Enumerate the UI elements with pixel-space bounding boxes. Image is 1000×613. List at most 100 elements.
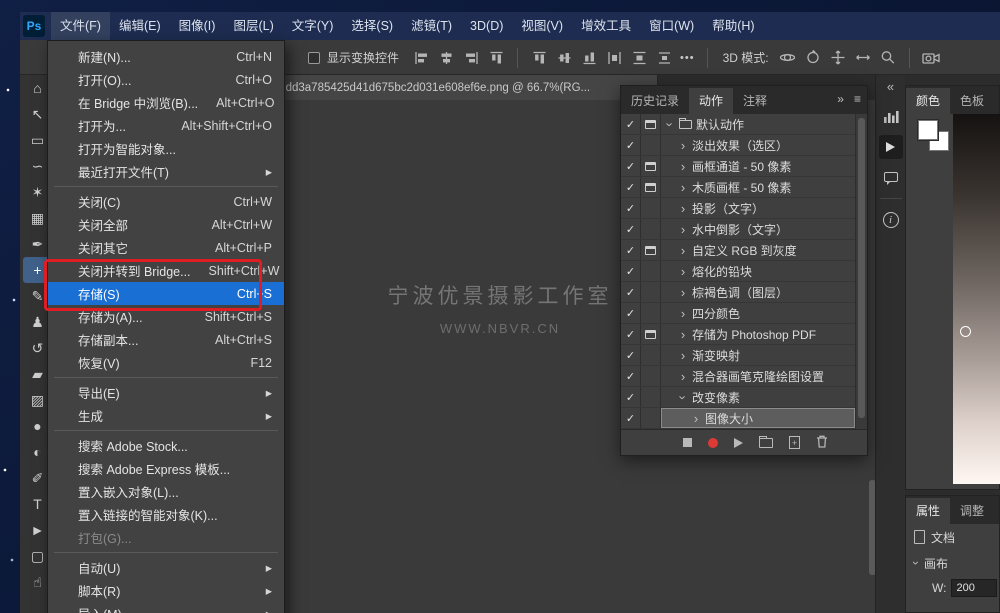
- expand-closed-icon[interactable]: ›: [678, 265, 688, 278]
- expand-closed-icon[interactable]: ›: [678, 223, 688, 236]
- action-dialog-toggle[interactable]: [641, 387, 661, 407]
- expand-closed-icon[interactable]: ›: [678, 328, 688, 341]
- more-options-icon[interactable]: •••: [680, 52, 695, 64]
- action-row[interactable]: ✓ ›改变像素: [621, 387, 855, 408]
- file-menu-item[interactable]: 搜索 Adobe Express 模板...: [48, 457, 284, 480]
- menubar-item[interactable]: 3D(D): [461, 12, 512, 40]
- menubar-item[interactable]: 图层(L): [224, 12, 282, 40]
- action-dialog-toggle[interactable]: [641, 198, 661, 218]
- action-dialog-toggle[interactable]: [641, 282, 661, 302]
- panel-tab[interactable]: 属性: [906, 498, 950, 524]
- action-dialog-toggle[interactable]: [641, 366, 661, 386]
- file-menu-item[interactable]: 生成▸: [48, 404, 284, 427]
- action-enable-toggle[interactable]: ✓: [621, 219, 641, 239]
- expand-closed-icon[interactable]: ›: [678, 139, 688, 152]
- file-menu-item[interactable]: 打开(O)...Ctrl+O: [48, 68, 284, 91]
- menubar-item[interactable]: 视图(V): [512, 12, 572, 40]
- expand-open-icon[interactable]: ›: [677, 392, 690, 402]
- panel-menu-icon[interactable]: ≡: [854, 92, 861, 106]
- file-menu-item[interactable]: 存储副本...Alt+Ctrl+S: [48, 328, 284, 351]
- menubar-item[interactable]: 编辑(E): [110, 12, 170, 40]
- action-row-content[interactable]: ›改变像素: [661, 387, 855, 407]
- action-row-content[interactable]: ›默认动作: [661, 114, 855, 134]
- action-dialog-toggle[interactable]: [641, 156, 661, 176]
- histogram-panel-icon[interactable]: [879, 105, 903, 129]
- foreground-color-swatch[interactable]: [918, 120, 938, 140]
- action-enable-toggle[interactable]: ✓: [621, 156, 641, 176]
- action-enable-toggle[interactable]: ✓: [621, 345, 641, 365]
- action-enable-toggle[interactable]: ✓: [621, 114, 641, 134]
- action-enable-toggle[interactable]: ✓: [621, 387, 641, 407]
- menubar-item[interactable]: 窗口(W): [640, 12, 703, 40]
- expand-closed-icon[interactable]: ›: [678, 202, 688, 215]
- action-row[interactable]: ✓›图像大小: [621, 408, 855, 429]
- action-row-content[interactable]: ›自定义 RGB 到灰度: [661, 240, 855, 260]
- expand-closed-icon[interactable]: ›: [678, 181, 688, 194]
- action-dialog-toggle[interactable]: [641, 345, 661, 365]
- file-menu-item[interactable]: 在 Bridge 中浏览(B)...Alt+Ctrl+O: [48, 91, 284, 114]
- file-menu-item[interactable]: 导入(M)▸: [48, 602, 284, 613]
- action-dialog-toggle[interactable]: [641, 261, 661, 281]
- action-row[interactable]: ✓›投影（文字）: [621, 198, 855, 219]
- actions-scrollbar[interactable]: [855, 114, 867, 429]
- action-row[interactable]: ✓›存储为 Photoshop PDF: [621, 324, 855, 345]
- distribute-right-icon[interactable]: [655, 49, 673, 67]
- action-row-content[interactable]: ›淡出效果（选区）: [661, 135, 855, 155]
- 3d-orbit-icon[interactable]: [779, 49, 797, 67]
- new-set-button[interactable]: [759, 438, 773, 448]
- expand-closed-icon[interactable]: ›: [678, 349, 688, 362]
- action-row[interactable]: ✓›渐变映射: [621, 345, 855, 366]
- panel-tab[interactable]: 注释: [733, 88, 777, 114]
- 3d-pan-icon[interactable]: [829, 49, 847, 67]
- expand-closed-icon[interactable]: ›: [678, 244, 688, 257]
- action-dialog-toggle[interactable]: [641, 240, 661, 260]
- action-enable-toggle[interactable]: ✓: [621, 303, 641, 323]
- file-menu-item[interactable]: 自动(U)▸: [48, 556, 284, 579]
- expand-closed-icon[interactable]: ›: [691, 412, 701, 425]
- action-row-content[interactable]: ›木质画框 - 50 像素: [661, 177, 855, 197]
- file-menu-item[interactable]: 存储为(A)...Shift+Ctrl+S: [48, 305, 284, 328]
- menubar-item[interactable]: 图像(I): [170, 12, 225, 40]
- file-menu-item[interactable]: 打开为智能对象...: [48, 137, 284, 160]
- 3d-roll-icon[interactable]: [804, 49, 822, 67]
- action-row-content[interactable]: ›画框通道 - 50 像素: [661, 156, 855, 176]
- show-transform-checkbox[interactable]: [308, 52, 320, 64]
- file-menu-item[interactable]: 关闭并转到 Bridge...Shift+Ctrl+W: [48, 259, 284, 282]
- action-dialog-toggle[interactable]: [641, 114, 661, 134]
- action-dialog-toggle[interactable]: [641, 324, 661, 344]
- file-menu-item[interactable]: 脚本(R)▸: [48, 579, 284, 602]
- distribute-vertical-center-icon[interactable]: [555, 49, 573, 67]
- 3d-zoom-icon[interactable]: [879, 49, 897, 67]
- action-row[interactable]: ✓ ›木质画框 - 50 像素: [621, 177, 855, 198]
- action-row[interactable]: ✓ ›淡出效果（选区）: [621, 135, 855, 156]
- action-row[interactable]: ✓›熔化的铅块: [621, 261, 855, 282]
- action-enable-toggle[interactable]: ✓: [621, 240, 641, 260]
- action-enable-toggle[interactable]: ✓: [621, 177, 641, 197]
- action-row-content[interactable]: ›四分颜色: [661, 303, 855, 323]
- play-button[interactable]: [734, 438, 743, 448]
- color-picker-handle[interactable]: [960, 326, 971, 337]
- expand-closed-icon[interactable]: ›: [678, 307, 688, 320]
- action-dialog-toggle[interactable]: [641, 135, 661, 155]
- action-dialog-toggle[interactable]: [641, 177, 661, 197]
- info-panel-icon[interactable]: i: [879, 208, 903, 232]
- distribute-left-icon[interactable]: [605, 49, 623, 67]
- action-row[interactable]: ✓ ›默认动作: [621, 114, 855, 135]
- align-top-icon[interactable]: [487, 49, 505, 67]
- expand-open-icon[interactable]: ›: [664, 119, 677, 129]
- actions-panel-icon[interactable]: [879, 135, 903, 159]
- file-menu-item[interactable]: 置入嵌入对象(L)...: [48, 480, 284, 503]
- panel-tab[interactable]: 动作: [689, 88, 733, 114]
- panel-tab[interactable]: 历史记录: [621, 88, 689, 114]
- file-menu-item[interactable]: 打包(G)...: [48, 526, 284, 549]
- expand-closed-icon[interactable]: ›: [678, 160, 688, 173]
- action-enable-toggle[interactable]: ✓: [621, 135, 641, 155]
- document-row[interactable]: 文档: [906, 524, 999, 550]
- menubar-item[interactable]: 滤镜(T): [402, 12, 461, 40]
- action-dialog-toggle[interactable]: [641, 408, 661, 428]
- action-enable-toggle[interactable]: ✓: [621, 261, 641, 281]
- distribute-bottom-icon[interactable]: [580, 49, 598, 67]
- file-menu-item[interactable]: 关闭其它Alt+Ctrl+P: [48, 236, 284, 259]
- action-row[interactable]: ✓ ›四分颜色: [621, 303, 855, 324]
- panel-tab[interactable]: 调整: [950, 498, 994, 524]
